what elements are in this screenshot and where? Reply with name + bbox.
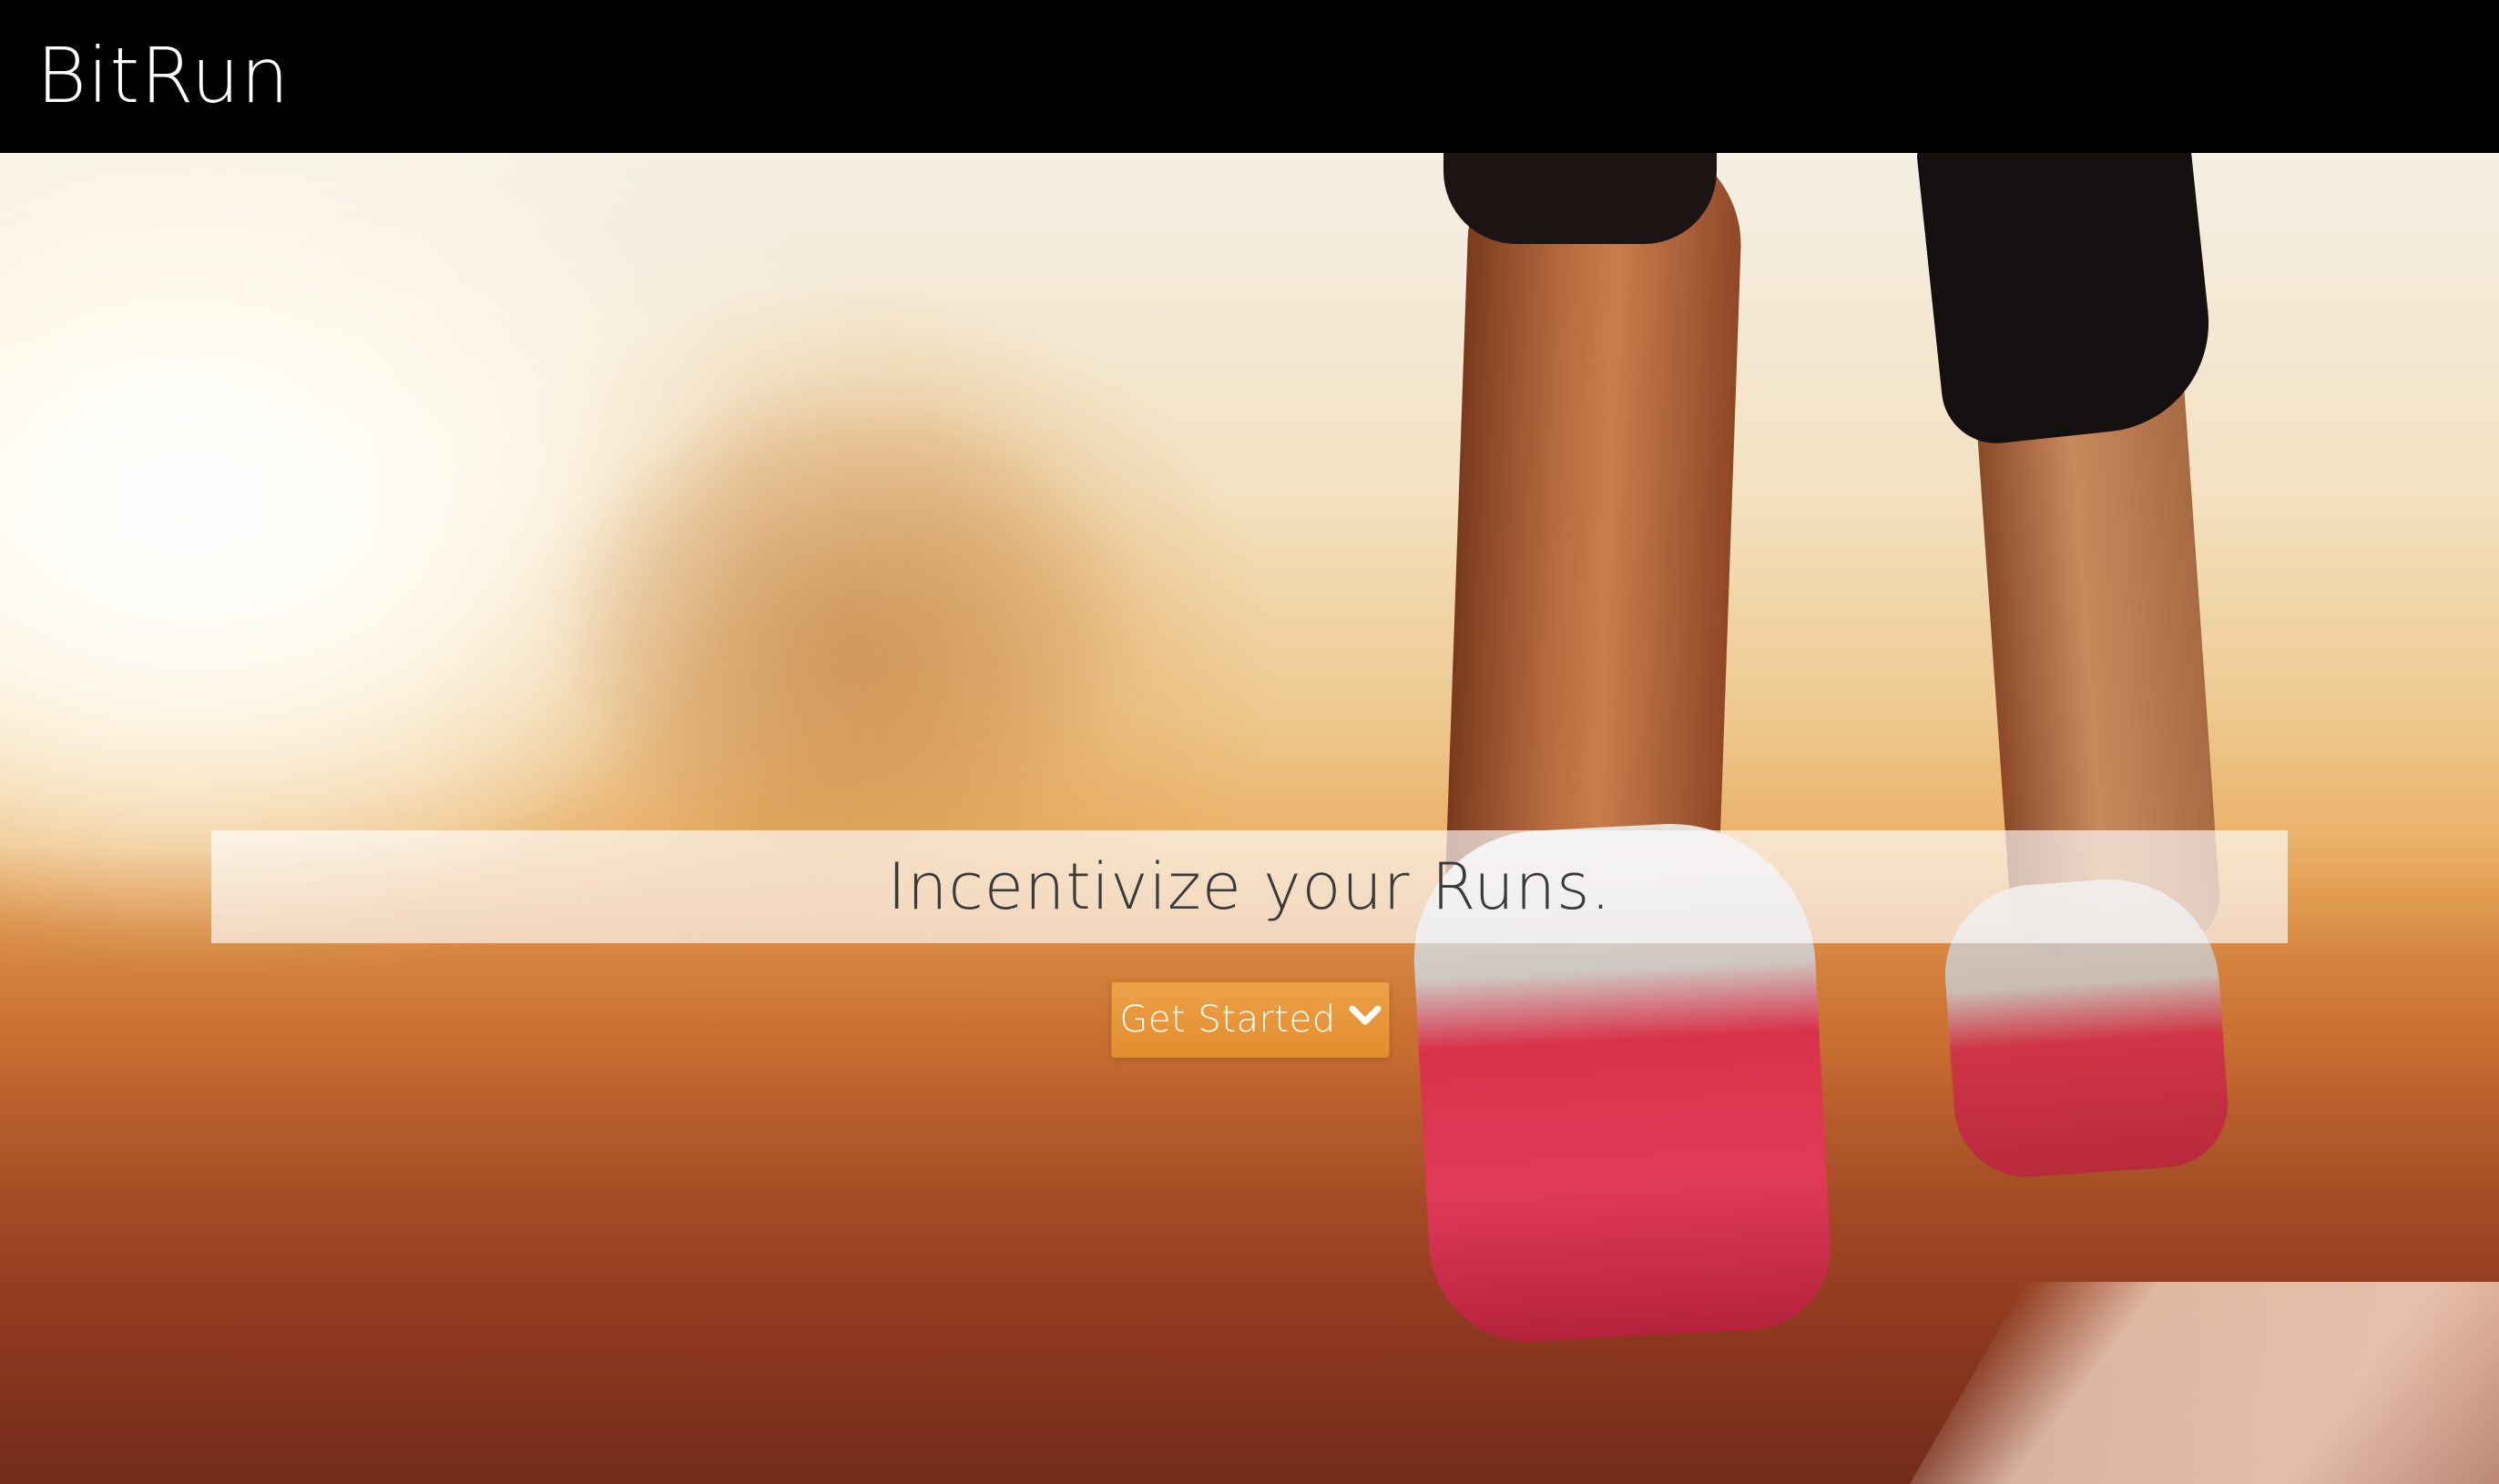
chevron-down-icon — [1349, 1000, 1382, 1032]
navbar: BitRun — [0, 0, 2499, 153]
brand-logo[interactable]: BitRun — [36, 25, 290, 126]
hero-runner-left-shorts — [1443, 153, 1717, 244]
get-started-label: Get Started — [1119, 999, 1336, 1041]
hero-section: Incentivize your Runs. Get Started — [0, 153, 2499, 1484]
tagline-banner: Incentivize your Runs. — [211, 830, 2288, 943]
hero-tagline: Incentivize your Runs. — [887, 849, 1612, 924]
page: BitRun Incentivize your Runs. Get Starte… — [0, 0, 2499, 1484]
get-started-button[interactable]: Get Started — [1111, 981, 1390, 1058]
hero-tree-haze — [565, 390, 1129, 863]
